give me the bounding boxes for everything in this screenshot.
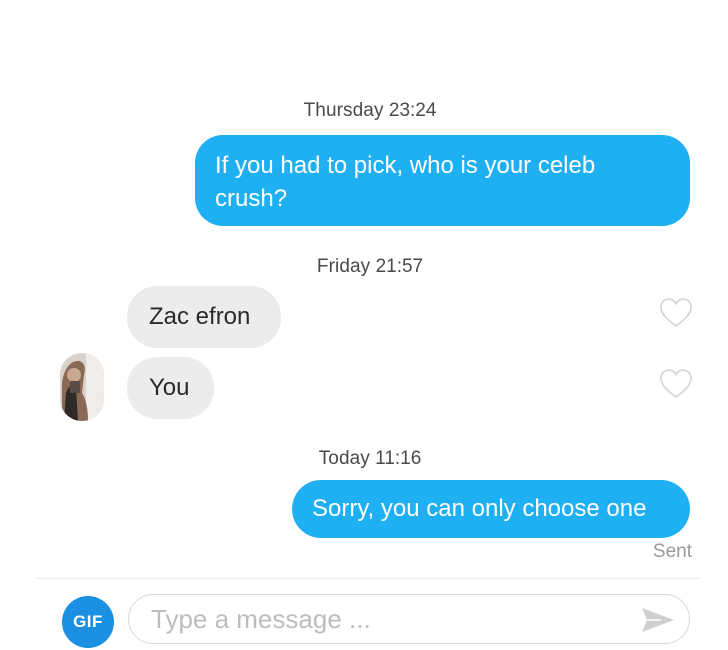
timestamp-time: 21:57	[375, 256, 424, 277]
message-text: You	[149, 374, 190, 401]
message-input[interactable]	[151, 599, 621, 639]
sent-status: Sent	[652, 541, 692, 562]
message-text: Sorry, you can only choose one	[312, 495, 647, 522]
timestamp-today: Today 11:16	[0, 448, 728, 470]
timestamp-thursday: Thursday 23:24	[0, 100, 728, 122]
outgoing-message-bubble[interactable]: If you had to pick, who is your celeb cr…	[195, 135, 690, 226]
composer-divider	[36, 578, 700, 579]
incoming-message-bubble[interactable]: Zac efron	[127, 286, 281, 348]
timestamp-day: Friday	[316, 256, 371, 277]
timestamp-day: Thursday	[303, 100, 384, 121]
gif-button-label: GIF	[73, 612, 103, 631]
message-text-line: If you had to pick, who is your celeb	[215, 152, 596, 179]
timestamp-day: Today	[318, 448, 370, 469]
avatar[interactable]	[60, 353, 104, 421]
chat-screen: Thursday 23:24 If you had to pick, who i…	[0, 0, 728, 650]
message-text: Zac efron	[149, 303, 251, 330]
incoming-message-bubble[interactable]: You	[127, 357, 214, 419]
message-text-line: crush?	[215, 185, 288, 212]
heart-outline-icon[interactable]	[659, 297, 693, 329]
paper-plane-icon[interactable]	[641, 606, 675, 634]
outgoing-message-bubble[interactable]: Sorry, you can only choose one	[292, 480, 690, 538]
timestamp-time: 23:24	[388, 100, 437, 121]
timestamp-time: 11:16	[375, 448, 422, 469]
message-composer	[128, 594, 690, 644]
gif-button[interactable]: GIF	[62, 596, 114, 648]
heart-outline-icon[interactable]	[659, 368, 693, 400]
timestamp-friday: Friday 21:57	[0, 256, 728, 278]
avatar-image	[60, 353, 104, 421]
